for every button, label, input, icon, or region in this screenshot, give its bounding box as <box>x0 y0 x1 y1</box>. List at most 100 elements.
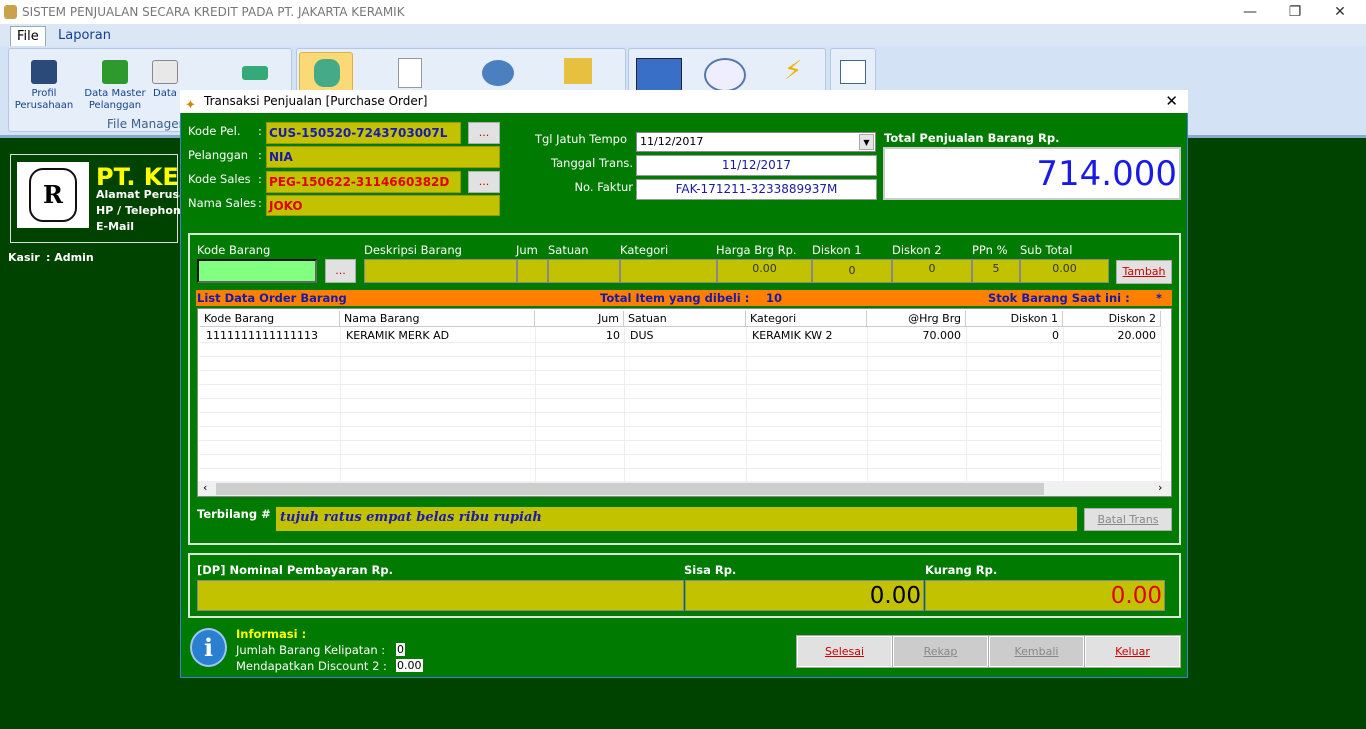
dp-label: [DP] Nominal Pembayaran Rp. <box>197 563 394 577</box>
kode-sales-field[interactable]: PEG-150622-3114660382D <box>266 171 461 193</box>
app-icon <box>4 5 17 19</box>
deskripsi-label: Deskripsi Barang <box>364 243 462 257</box>
close-app-button[interactable]: ✕ <box>1320 0 1360 24</box>
menu-file[interactable]: File <box>10 26 46 46</box>
refresh-icon <box>102 60 128 84</box>
profil-perusahaan-button[interactable]: Profil Perusahaan <box>14 54 74 112</box>
sisa-label: Sisa Rp. <box>684 563 737 577</box>
browse-sales-button[interactable]: ... <box>468 171 500 193</box>
subtotal-input[interactable]: 0.00 <box>1020 259 1109 283</box>
nama-sales-field[interactable]: JOKO <box>266 195 500 216</box>
pelanggan-field[interactable]: NIA <box>266 146 500 168</box>
cell-harga: 70.000 <box>922 329 962 342</box>
order-table[interactable]: Kode Barang Nama Barang Jum Satuan Kateg… <box>197 308 1172 497</box>
batal-trans-button[interactable]: Batal Trans <box>1084 508 1172 531</box>
terbilang-label: Terbilang # <box>197 507 271 521</box>
clock-icon[interactable] <box>704 58 746 92</box>
kategori-input[interactable] <box>620 259 717 283</box>
menu-laporan[interactable]: Laporan <box>52 26 117 46</box>
keluar-button[interactable]: Keluar <box>1084 635 1181 668</box>
cell-diskon1: 0 <box>1052 329 1059 342</box>
tambah-button[interactable]: Tambah <box>1116 260 1172 284</box>
no-faktur-field[interactable]: FAK-171211-3233889937M <box>636 179 877 200</box>
chevron-down-icon[interactable]: ▼ <box>859 134 874 150</box>
app-titlebar: SISTEM PENJUALAN SECARA KREDIT PADA PT. … <box>0 0 1366 24</box>
document-icon <box>152 60 178 84</box>
table-row[interactable]: 1111111111111113 KERAMIK MERK AD 10 DUS … <box>198 328 1161 343</box>
total-value: 714.000 <box>883 147 1181 200</box>
lock-table-icon[interactable] <box>840 60 866 84</box>
ribbon-button-4[interactable] <box>225 54 285 84</box>
col-diskon2[interactable]: Diskon 2 <box>1063 311 1161 327</box>
ppn-label: PPn % <box>972 243 1008 257</box>
sisa-field: 0.00 <box>685 580 924 611</box>
tgl-jatuh-tempo-value: 11/12/2017 <box>640 135 704 148</box>
tanggal-trans-label: Tanggal Trans. <box>551 156 633 170</box>
scroll-left-arrow[interactable]: ‹ <box>203 481 207 494</box>
deskripsi-input[interactable] <box>364 259 517 283</box>
colon: : <box>258 124 262 138</box>
list-header-bar: List Data Order Barang Total Item yang d… <box>196 290 1172 306</box>
selesai-button[interactable]: Selesai <box>796 635 893 668</box>
folder-icon[interactable] <box>564 58 592 84</box>
colon: : <box>258 196 262 210</box>
total-item-label: Total Item yang dibeli : <box>600 291 750 305</box>
kode-barang-input[interactable] <box>197 259 317 283</box>
total-item-value: 10 <box>766 291 783 305</box>
data-sales-button[interactable]: Data <box>150 54 180 100</box>
col-kode-barang[interactable]: Kode Barang <box>200 311 340 327</box>
diskon1-label: Diskon 1 <box>812 243 862 257</box>
rekap-button[interactable]: Rekap <box>892 635 989 668</box>
total-label: Total Penjualan Barang Rp. <box>884 131 1060 145</box>
kembali-button[interactable]: Kembali <box>988 635 1085 668</box>
col-kategori[interactable]: Kategori <box>746 311 867 327</box>
kelipatan-label: Jumlah Barang Kelipatan : <box>236 643 386 657</box>
kasir-value: : Admin <box>46 251 94 264</box>
kode-pel-label: Kode Pel. <box>188 124 241 138</box>
cell-satuan: DUS <box>630 329 654 342</box>
info-title: Informasi : <box>236 627 307 641</box>
col-satuan[interactable]: Satuan <box>624 311 746 327</box>
pie-chart-icon[interactable] <box>482 60 514 86</box>
data-master-pelanggan-button[interactable]: Data Master Pelanggan <box>82 54 148 112</box>
harga-input[interactable]: 0.00 <box>717 259 812 283</box>
kode-pel-field[interactable]: CUS-150520-7243703007L <box>266 122 461 144</box>
col-jum[interactable]: Jum <box>535 311 624 327</box>
col-harga[interactable]: @Hrg Brg <box>867 311 966 327</box>
harga-label: Harga Brg Rp. <box>716 243 797 257</box>
jum-input[interactable] <box>517 259 548 283</box>
dialog-close-button[interactable]: ✕ <box>1165 90 1178 113</box>
terbilang-field: tujuh ratus empat belas ribu rupiah <box>276 507 1077 531</box>
stok-label: Stok Barang Saat ini : <box>988 291 1130 305</box>
diskon2-input[interactable]: 0 <box>892 259 972 283</box>
scroll-right-arrow[interactable]: › <box>1158 481 1162 494</box>
horizontal-scrollbar[interactable]: ‹ › <box>198 481 1171 496</box>
logo-emblem: R <box>29 168 77 222</box>
scrollbar-thumb[interactable] <box>216 483 1044 495</box>
col-diskon1[interactable]: Diskon 1 <box>966 311 1063 327</box>
list-icon <box>31 60 57 84</box>
users-button[interactable] <box>299 52 353 92</box>
restore-button[interactable]: ❐ <box>1275 0 1315 24</box>
minimize-button[interactable]: — <box>1230 0 1270 24</box>
company-name: PT. KE <box>96 163 179 191</box>
tgl-jatuh-tempo-dropdown[interactable]: 11/12/2017 ▼ <box>636 132 876 152</box>
kurang-field: 0.00 <box>925 580 1165 611</box>
company-address: Alamat Perusa <box>96 188 187 201</box>
computer-icon[interactable] <box>636 58 682 92</box>
tanggal-trans-field[interactable]: 11/12/2017 <box>636 155 877 176</box>
diskon1-input[interactable]: 0 <box>812 259 892 283</box>
satuan-input[interactable] <box>548 259 620 283</box>
colon: : <box>258 148 262 162</box>
cell-kode: 1111111111111113 <box>206 329 318 342</box>
col-nama-barang[interactable]: Nama Barang <box>340 311 535 327</box>
kode-barang-label: Kode Barang <box>197 243 271 257</box>
browse-barang-button[interactable]: ... <box>325 259 356 283</box>
browse-pelanggan-button[interactable]: ... <box>468 122 500 144</box>
discount-value: 0.00 <box>396 659 423 672</box>
dp-input[interactable] <box>197 580 684 611</box>
dialog-titlebar: ✦ Transaksi Penjualan [Purchase Order] ✕ <box>180 90 1188 113</box>
ppn-input[interactable]: 5 <box>972 259 1020 283</box>
lightning-icon[interactable]: ⚡ <box>784 56 802 86</box>
report-icon[interactable] <box>398 58 422 88</box>
